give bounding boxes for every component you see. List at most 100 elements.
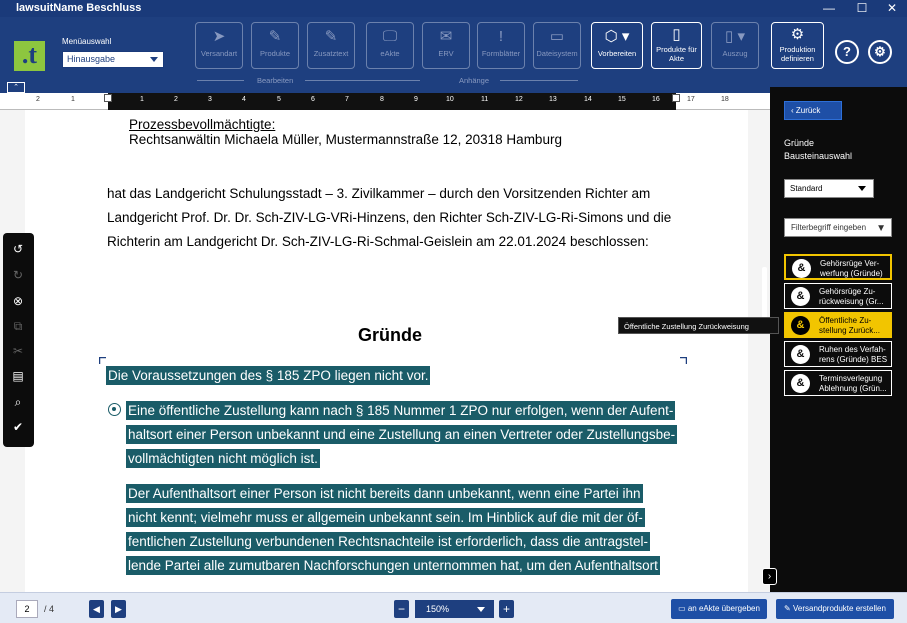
form-icon: ! xyxy=(498,28,504,45)
formblaetter-button[interactable]: ! Formblätter xyxy=(477,22,525,69)
ruler-tick: 4 xyxy=(242,96,246,103)
produkte-fuer-akte-label: Produkte für Akte xyxy=(656,45,697,63)
block-icon: & xyxy=(791,287,810,306)
vorbereiten-label: Vorbereiten xyxy=(597,49,637,58)
previous-page-button[interactable]: ◀ xyxy=(89,600,104,618)
close-window-button[interactable]: ✕ xyxy=(877,0,907,17)
ruler-tick: 6 xyxy=(311,96,315,103)
search-icon[interactable]: ⌕ xyxy=(9,393,27,411)
chevron-down-icon xyxy=(858,186,866,191)
produkte-fuer-akte-button[interactable]: ▯ Produkte für Akte xyxy=(651,22,702,69)
versandart-button[interactable]: ➤ Versandart xyxy=(195,22,243,69)
produktion-definieren-button[interactable]: ⚙ Produktion definieren xyxy=(771,22,824,69)
help-button[interactable]: ? xyxy=(835,40,859,64)
ruler-tick: 12 xyxy=(515,96,523,103)
ruler-tick: 1 xyxy=(71,96,75,103)
panel-toggle-button[interactable]: › xyxy=(762,568,777,585)
check-icon[interactable]: ✔ xyxy=(9,418,27,436)
selected-text-line[interactable]: vollmächtigten nicht möglich ist. xyxy=(126,449,320,468)
document-icon: ▯ xyxy=(672,26,681,43)
zoom-in-button[interactable]: + xyxy=(499,600,514,618)
ruler-tick: 3 xyxy=(208,96,212,103)
next-page-button[interactable]: ▶ xyxy=(111,600,126,618)
status-bar: 2 / 4 ◀ ▶ − 150% + ▭ an eAkte übergeben … xyxy=(0,592,907,623)
selected-text-line[interactable]: lende Partei alle zumutbaren Nachforschu… xyxy=(126,556,660,575)
left-indent-marker[interactable] xyxy=(104,94,112,102)
panel-scrollbar[interactable] xyxy=(762,267,767,318)
menu-select-value: Hinausgabe xyxy=(67,54,116,64)
category-select-value: Standard xyxy=(790,184,823,193)
section-heading: Gründe xyxy=(358,325,423,345)
back-label: Zurück xyxy=(795,106,821,115)
block-item[interactable]: & Terminsverlegung Ablehnung (Grün... xyxy=(784,370,892,396)
vorbereiten-button[interactable]: ⬡ ▾ Vorbereiten xyxy=(591,22,643,69)
block-item[interactable]: & Öffentliche Zu- stellung Zurück... xyxy=(784,312,892,338)
dateisystem-label: Dateisystem xyxy=(536,49,578,58)
block-item-label: Ruhen des Verfah- xyxy=(819,345,886,354)
selected-text-line[interactable]: Der Aufenthaltsort einer Person ist nich… xyxy=(126,484,643,503)
page-number-input[interactable]: 2 xyxy=(16,600,38,618)
selected-text-line[interactable]: haltsort einer Person unbekannt und eine… xyxy=(126,425,678,444)
auszug-button[interactable]: ▯ ▾ Auszug xyxy=(711,22,759,69)
envelope-icon: ✉ xyxy=(439,28,453,45)
building-block-panel: ‹ Zurück Gründe Bausteinauswahl Standard… xyxy=(770,87,907,592)
group-divider-middle xyxy=(305,80,420,81)
category-select[interactable]: Standard xyxy=(784,179,874,198)
filter-input[interactable]: Filterbegriff eingeben ▼ xyxy=(784,218,892,237)
right-indent-marker[interactable] xyxy=(672,94,680,102)
block-item[interactable]: & Gehörsrüge Ver- werfung (Gründe) xyxy=(784,254,892,280)
app-logo: .t xyxy=(14,41,45,71)
back-button[interactable]: ‹ Zurück xyxy=(784,101,842,120)
zoom-select[interactable]: 150% xyxy=(415,600,494,618)
ruler-tick: 1 xyxy=(140,96,144,103)
collapse-toolbar-button[interactable]: ⌃ xyxy=(7,82,25,93)
ruler-tick: 14 xyxy=(584,96,592,103)
produkte-label: Produkte xyxy=(259,49,291,58)
eakte-label: eAkte xyxy=(380,49,400,58)
selected-text-line[interactable]: Die Voraussetzungen des § 185 ZPO liegen… xyxy=(106,366,431,385)
bullet-icon xyxy=(108,403,121,416)
create-products-button[interactable]: ✎ Versandprodukte erstellen xyxy=(776,599,894,619)
block-icon: & xyxy=(791,316,810,335)
ruler-tick: 15 xyxy=(618,96,626,103)
zoom-out-button[interactable]: − xyxy=(394,600,409,618)
erv-button[interactable]: ✉ ERV xyxy=(422,22,470,69)
zusatztext-button[interactable]: ✎ Zusatztext xyxy=(307,22,355,69)
copy-icon[interactable]: ⧉ xyxy=(9,317,27,335)
chevron-left-icon: ‹ xyxy=(791,106,794,115)
selection-bracket-top-right xyxy=(680,357,687,364)
zusatztext-label: Zusatztext xyxy=(313,49,349,58)
paste-icon[interactable]: ▤ xyxy=(9,367,27,385)
panel-title-line: Gründe xyxy=(784,138,815,148)
block-item[interactable]: & Gehörsrüge Zu- rückweisung (Gr... xyxy=(784,283,892,309)
redo-icon[interactable]: ↻ xyxy=(9,266,27,284)
block-item-label: stellung Zurück... xyxy=(819,326,880,335)
produkte-button[interactable]: ✎ Produkte xyxy=(251,22,299,69)
menu-select[interactable]: Hinausgabe xyxy=(62,51,164,68)
filter-icon[interactable]: ▼ xyxy=(876,220,886,237)
block-item[interactable]: & Ruhen des Verfah- rens (Gründe) BES xyxy=(784,341,892,367)
block-item-label: rückweisung (Gr... xyxy=(819,297,884,306)
block-item-label: Gehörsrüge Zu- xyxy=(819,287,876,296)
chevron-down-icon xyxy=(477,607,485,612)
edit-icon: ✎ xyxy=(268,28,282,45)
minimize-button[interactable]: — xyxy=(814,0,844,17)
settings-button[interactable]: ⚙ xyxy=(868,40,892,64)
ruler-tick: 5 xyxy=(277,96,281,103)
filter-placeholder: Filterbegriff eingeben xyxy=(791,223,867,232)
maximize-button[interactable]: ☐ xyxy=(847,0,877,17)
window-title: lawsuitName Beschluss xyxy=(16,2,142,14)
ruler-tick: 13 xyxy=(549,96,557,103)
cut-icon[interactable]: ✂ xyxy=(9,342,27,360)
group-label-bearbeiten: Bearbeiten xyxy=(257,76,294,85)
ruler-tick: 8 xyxy=(380,96,384,103)
remove-block-icon[interactable]: ⊗ xyxy=(9,292,27,310)
dateisystem-button[interactable]: ▭ Dateisystem xyxy=(533,22,581,69)
selection-bracket-top-left xyxy=(99,357,106,364)
selected-text-line[interactable]: fentlichen Zustellung verbundenen Rechts… xyxy=(126,532,651,551)
eakte-transfer-button[interactable]: ▭ an eAkte übergeben xyxy=(671,599,767,619)
selected-text-line[interactable]: nicht kennt; vielmehr muss er allgemein … xyxy=(126,508,645,527)
eakte-button[interactable]: 🖵 eAkte xyxy=(366,22,414,69)
undo-icon[interactable]: ↺ xyxy=(9,240,27,258)
selected-text-line[interactable]: Eine öffentliche Zustellung kann nach § … xyxy=(126,401,676,420)
